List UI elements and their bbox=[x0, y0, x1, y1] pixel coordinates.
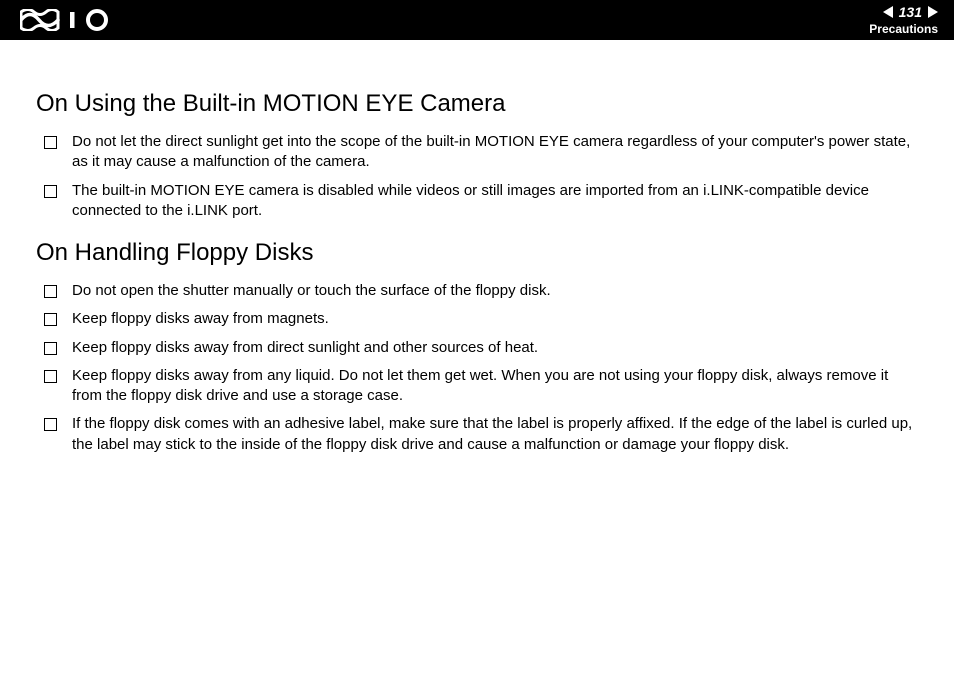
section2-title: On Handling Floppy Disks bbox=[36, 239, 918, 267]
list-item: Do not let the direct sunlight get into … bbox=[36, 132, 918, 173]
list-item: Keep floppy disks away from direct sunli… bbox=[36, 338, 918, 358]
header-bar: 131 Precautions bbox=[0, 0, 954, 40]
list-item: Keep floppy disks away from any liquid. … bbox=[36, 366, 918, 407]
section1-title: On Using the Built-in MOTION EYE Camera bbox=[36, 90, 918, 118]
vaio-logo-svg bbox=[20, 9, 116, 31]
section2-list: Do not open the shutter manually or touc… bbox=[36, 281, 918, 455]
prev-page-arrow-icon[interactable] bbox=[883, 6, 893, 18]
page-body: On Using the Built-in MOTION EYE Camera … bbox=[0, 40, 954, 455]
header-right: 131 Precautions bbox=[869, 0, 938, 40]
list-item: The built-in MOTION EYE camera is disabl… bbox=[36, 181, 918, 222]
section-label: Precautions bbox=[869, 22, 938, 36]
vaio-logo bbox=[20, 0, 116, 40]
list-item: If the floppy disk comes with an adhesiv… bbox=[36, 414, 918, 455]
pager: 131 bbox=[883, 4, 938, 20]
list-item: Keep floppy disks away from magnets. bbox=[36, 309, 918, 329]
section1-list: Do not let the direct sunlight get into … bbox=[36, 132, 918, 221]
page-number: 131 bbox=[897, 4, 924, 20]
list-item: Do not open the shutter manually or touc… bbox=[36, 281, 918, 301]
next-page-arrow-icon[interactable] bbox=[928, 6, 938, 18]
